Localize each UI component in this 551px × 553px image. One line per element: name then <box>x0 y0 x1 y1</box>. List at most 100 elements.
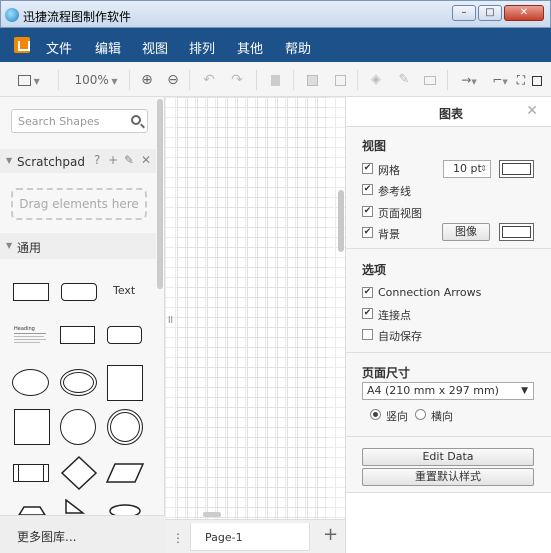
scratchpad-label: Scratchpad <box>17 155 85 169</box>
general-library-header[interactable]: ▼ 通用 <box>0 233 156 259</box>
minimize-button[interactable]: – <box>452 5 476 21</box>
zoom-in-button[interactable]: ⊕ <box>138 71 156 89</box>
undo-button[interactable]: ↶ <box>200 71 218 89</box>
search-icon[interactable] <box>131 115 141 125</box>
format-panel-button[interactable] <box>530 71 544 89</box>
double-ellipse-shape[interactable] <box>60 369 97 396</box>
cylinder-shape[interactable] <box>108 501 142 515</box>
menu-file[interactable]: 文件 <box>46 38 72 57</box>
landscape-radio[interactable] <box>415 409 426 420</box>
rounded-textbox-shape[interactable] <box>107 326 142 344</box>
zoom-select[interactable]: 100% ▼ <box>70 71 122 89</box>
scratchpad-header[interactable]: ▼ Scratchpad ? + ✎ ✕ <box>0 149 156 173</box>
format-panel: 图表 ✕ 视图 ✔ 网格 10 pt ⇕ ✔ 参考线 ✔ 页面视图 ✔ 背景 图像… <box>345 97 551 553</box>
shadow-button[interactable] <box>421 71 439 89</box>
to-front-button[interactable] <box>303 71 321 89</box>
connection-arrows-checkbox[interactable]: ✔ <box>362 287 373 298</box>
sidebar-splitter[interactable]: ll <box>168 316 173 326</box>
redo-button[interactable]: ↷ <box>228 71 246 89</box>
line-color-button[interactable]: ✎ <box>395 71 413 89</box>
background-image-button[interactable]: 图像 <box>442 223 490 241</box>
grid-size-stepper[interactable]: 10 pt ⇕ <box>443 160 491 178</box>
page-tabs-bar: ⋮ Page-1 + <box>165 512 345 553</box>
background-label: 背景 <box>378 228 400 241</box>
format-panel-header: 图表 ✕ <box>346 97 551 127</box>
menu-help[interactable]: 帮助 <box>285 38 311 57</box>
triangle-shape[interactable] <box>65 499 85 515</box>
window-title: 迅捷流程图制作软件 <box>23 10 132 24</box>
page-tab-label: Page-1 <box>205 531 243 544</box>
add-page-icon[interactable]: + <box>323 524 338 545</box>
grid-color-button[interactable] <box>499 160 534 178</box>
text-shape[interactable]: Text <box>113 284 135 297</box>
scratchpad-dropzone[interactable]: Drag elements here <box>11 188 147 220</box>
menu-view[interactable]: 视图 <box>142 38 168 57</box>
heading-textbox-shape[interactable]: Heading <box>14 326 48 348</box>
options-section: 选项 ✔ Connection Arrows ✔ 连接点 自动保存 <box>346 249 551 353</box>
tab-diagram[interactable]: 图表 <box>439 105 463 122</box>
diamond-shape[interactable] <box>60 455 98 491</box>
page-view-icon <box>18 75 32 86</box>
app-logo-icon <box>14 37 30 53</box>
fit-button[interactable]: ⛶ <box>514 71 528 89</box>
shadow-icon <box>424 76 436 85</box>
canvas-vertical-scrollbar[interactable] <box>338 190 344 252</box>
page-view-checkbox[interactable]: ✔ <box>362 206 373 217</box>
paper-size-section: 页面尺寸 A4 (210 mm x 297 mm) ▼ 竖向 横向 <box>346 353 551 437</box>
rounded-rectangle-shape[interactable] <box>61 283 97 301</box>
help-icon[interactable]: ? <box>94 153 100 167</box>
edit-icon[interactable]: ✎ <box>124 153 134 167</box>
maximize-icon: □ <box>485 7 495 18</box>
connection-points-checkbox[interactable]: ✔ <box>362 308 373 319</box>
diagram-canvas[interactable] <box>165 97 345 519</box>
canvas-horizontal-scrollbar[interactable] <box>203 512 221 517</box>
parallelogram-shape[interactable] <box>106 463 144 483</box>
ellipse-shape[interactable] <box>12 369 49 396</box>
square-shape[interactable] <box>107 365 143 401</box>
menu-edit[interactable]: 编辑 <box>95 38 121 57</box>
autosave-checkbox[interactable] <box>362 329 373 340</box>
more-libraries-bar[interactable]: 更多图库... <box>0 515 165 553</box>
waypoints-button[interactable]: ⌐▼ <box>488 71 512 89</box>
delete-button[interactable] <box>266 71 284 89</box>
textbox-shape[interactable] <box>60 326 95 344</box>
shapes-sidebar: Search Shapes ▼ Scratchpad ? + ✎ ✕ Drag … <box>0 97 165 553</box>
double-circle-shape[interactable] <box>107 409 143 445</box>
square-bold-shape[interactable] <box>14 409 50 445</box>
dropzone-text: Drag elements here <box>19 197 139 211</box>
connection-button[interactable]: →▼ <box>456 71 482 89</box>
pages-menu-icon[interactable]: ⋮ <box>172 531 184 545</box>
edit-data-button[interactable]: Edit Data <box>362 448 534 466</box>
grid-checkbox[interactable]: ✔ <box>362 163 373 174</box>
reset-style-button[interactable]: 重置默认样式 <box>362 468 534 486</box>
process-shape[interactable] <box>13 464 49 482</box>
add-icon[interactable]: + <box>108 153 118 167</box>
menu-extras[interactable]: 其他 <box>237 38 263 57</box>
rectangle-shape[interactable] <box>13 283 49 301</box>
page-tab[interactable]: Page-1 <box>190 523 310 551</box>
hexagon-shape[interactable] <box>18 501 46 515</box>
maximize-button[interactable]: □ <box>478 5 502 21</box>
view-section: 视图 ✔ 网格 10 pt ⇕ ✔ 参考线 ✔ 页面视图 ✔ 背景 图像 <box>346 127 551 249</box>
circle-shape[interactable] <box>60 409 96 445</box>
paper-size-select[interactable]: A4 (210 mm x 297 mm) ▼ <box>362 382 534 400</box>
portrait-radio[interactable] <box>370 409 381 420</box>
app-icon <box>5 8 19 22</box>
sidebar-scrollbar[interactable] <box>157 99 163 289</box>
close-panel-icon[interactable]: ✕ <box>526 103 538 119</box>
close-button[interactable]: ✕ <box>504 5 544 21</box>
fill-color-button[interactable]: ◈ <box>367 71 385 89</box>
close-scratchpad-icon[interactable]: ✕ <box>141 153 151 167</box>
to-back-button[interactable] <box>331 71 349 89</box>
format-panel-icon <box>532 75 542 86</box>
chevron-down-icon: ▼ <box>521 386 528 396</box>
search-shapes-input[interactable]: Search Shapes <box>11 109 148 133</box>
window-controls: – □ ✕ <box>452 5 544 23</box>
menu-arrange[interactable]: 排列 <box>189 38 215 57</box>
guides-checkbox[interactable]: ✔ <box>362 184 373 195</box>
background-checkbox[interactable]: ✔ <box>362 227 373 238</box>
background-color-button[interactable] <box>499 223 534 241</box>
page-view-button[interactable]: ▼ <box>14 71 44 89</box>
zoom-value: 100% <box>74 73 109 87</box>
zoom-out-button[interactable]: ⊖ <box>164 71 182 89</box>
